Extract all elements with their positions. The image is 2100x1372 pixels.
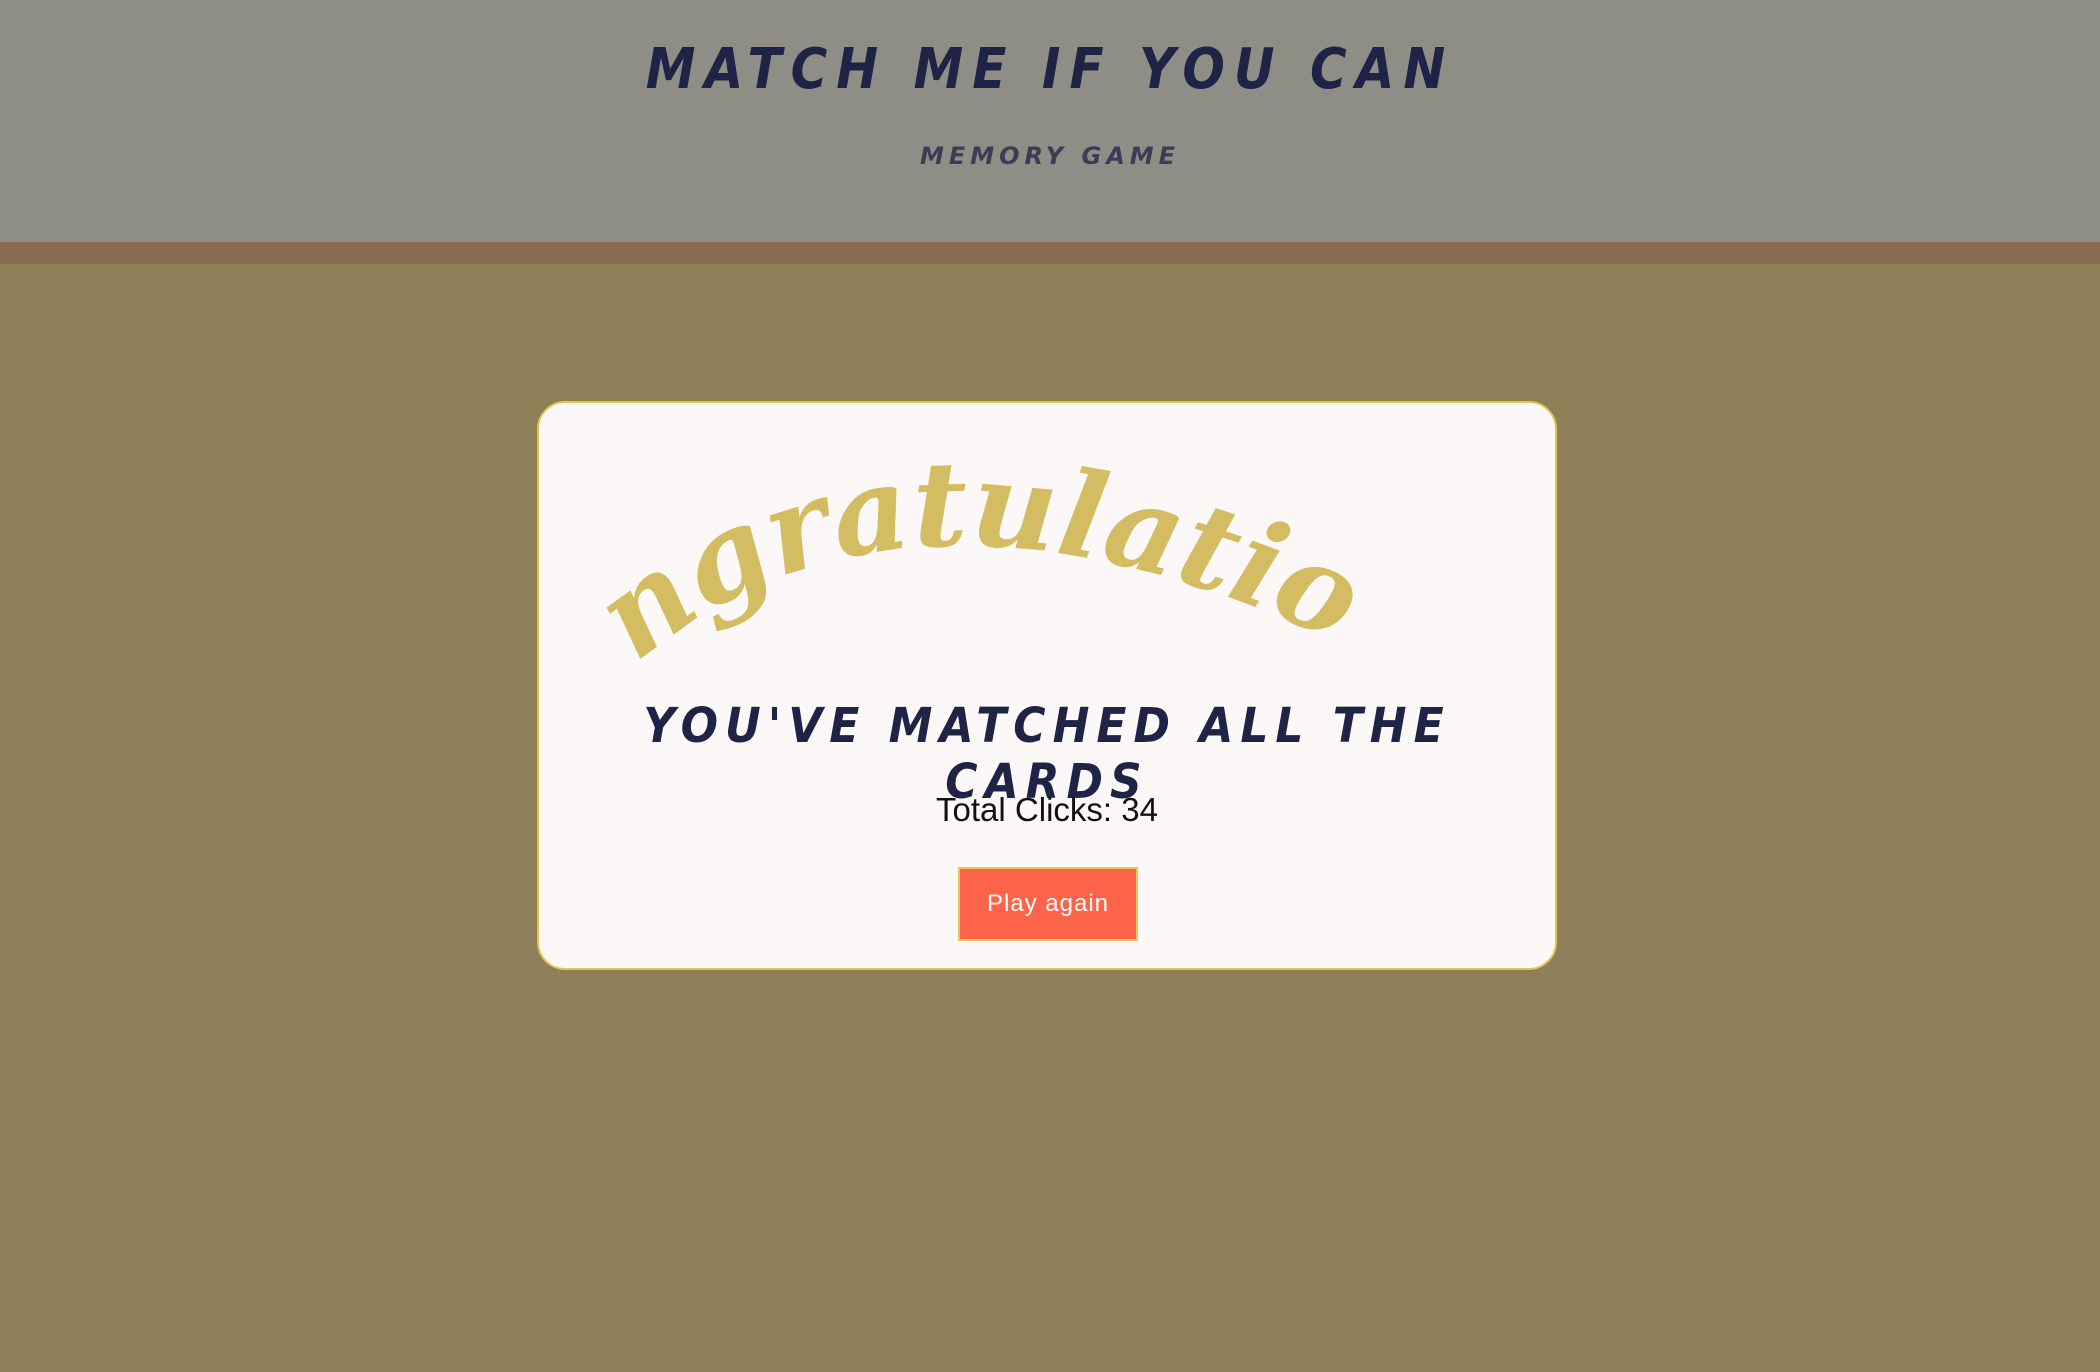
app-title: Match me if you can — [645, 36, 1455, 102]
header-divider — [0, 242, 2100, 264]
total-clicks-label: Total Clicks: — [936, 791, 1113, 828]
congratulations-modal: Congratulations! You've matched all the … — [537, 401, 1557, 970]
app-subtitle: Memory game — [919, 142, 1181, 170]
total-clicks: Total Clicks: 34 — [539, 791, 1555, 829]
play-again-button[interactable]: Play again — [958, 867, 1138, 941]
total-clicks-value: 34 — [1121, 791, 1158, 828]
header: Match me if you can Memory game — [0, 0, 2100, 242]
congratulations-text: Congratulations! — [539, 403, 1383, 663]
congratulations-heading: Congratulations! — [539, 403, 1383, 663]
